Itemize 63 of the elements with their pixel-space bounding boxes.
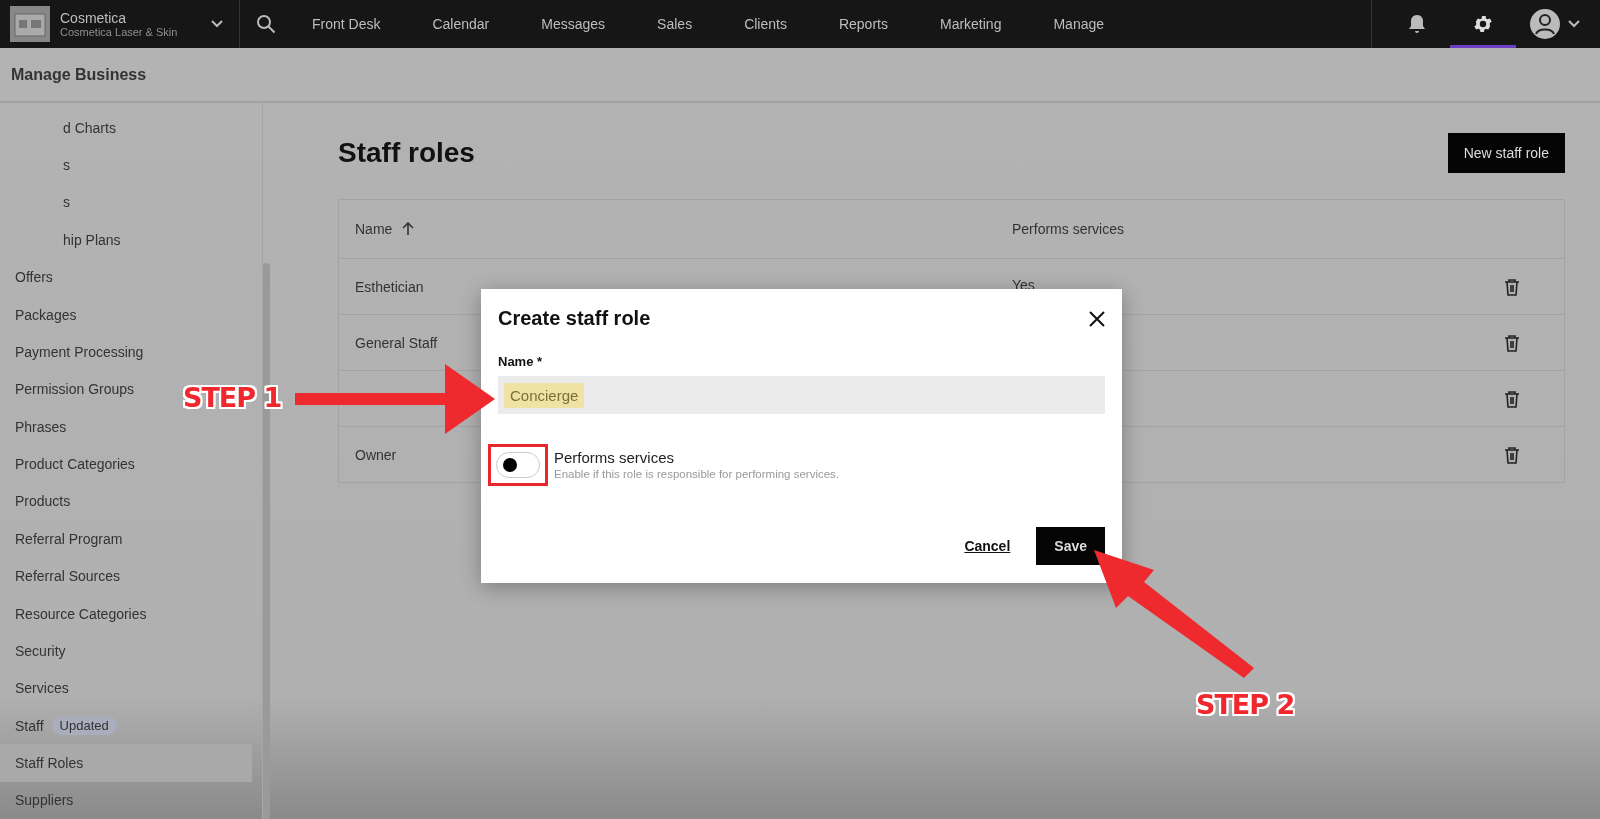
- save-button[interactable]: Save: [1036, 527, 1105, 565]
- trash-icon[interactable]: [1504, 277, 1520, 296]
- close-icon[interactable]: [1089, 310, 1105, 327]
- trash-icon[interactable]: [1504, 333, 1520, 352]
- business-logo: [10, 6, 50, 42]
- sidebar-item[interactable]: Products: [15, 493, 71, 510]
- new-staff-role-button[interactable]: New staff role: [1447, 133, 1565, 173]
- table-cell: Owner: [355, 446, 397, 463]
- sidebar-item[interactable]: Phrases: [15, 418, 67, 435]
- nav-link[interactable]: Sales: [631, 16, 719, 32]
- nav-link[interactable]: Manage: [1027, 16, 1131, 32]
- table-cell: General Staff: [355, 334, 438, 351]
- sidebar-item[interactable]: s: [63, 194, 70, 211]
- sidebar-item[interactable]: Offers: [15, 269, 53, 286]
- sidebar-item[interactable]: hip Plans: [63, 231, 121, 248]
- section-title: Staff roles: [338, 137, 475, 169]
- sidebar-item[interactable]: s: [63, 157, 70, 174]
- sidebar-item[interactable]: Suppliers: [15, 792, 74, 809]
- avatar-icon[interactable]: [1530, 9, 1560, 39]
- sidebar-item[interactable]: Staff: [15, 717, 44, 734]
- nav-link[interactable]: Marketing: [913, 16, 1028, 32]
- nav-link[interactable]: Calendar: [406, 16, 516, 32]
- column-header[interactable]: Name: [355, 221, 1012, 237]
- sidebar-item[interactable]: Permission Groups: [15, 381, 135, 398]
- sidebar-item[interactable]: Packages: [15, 306, 77, 323]
- table-cell: Esthetician: [355, 278, 424, 295]
- cancel-link[interactable]: Cancel: [964, 538, 1011, 554]
- chevron-down-icon[interactable]: [211, 20, 223, 28]
- input-value: Concierge: [504, 382, 585, 408]
- chevron-down-icon[interactable]: [1568, 20, 1580, 28]
- step-label: STEP 1: [183, 382, 282, 413]
- dialog-title: Create staff role: [498, 307, 651, 330]
- nav-link[interactable]: Reports: [812, 16, 914, 32]
- page-title: Manage Business: [11, 65, 147, 84]
- toggle-label: Performs services: [554, 449, 676, 466]
- sidebar-item[interactable]: Security: [15, 642, 66, 659]
- sidebar-item[interactable]: d Charts: [63, 119, 116, 136]
- trash-icon[interactable]: [1504, 389, 1520, 408]
- settings-icon[interactable]: [1472, 13, 1494, 35]
- nav-link[interactable]: Front Desk: [286, 16, 407, 32]
- sidebar-item[interactable]: Product Categories: [15, 456, 135, 473]
- sidebar-item[interactable]: Resource Categories: [15, 605, 147, 622]
- toggle-help-text: Enable if this role is responsible for performing services.: [554, 468, 840, 480]
- bell-icon[interactable]: [1408, 14, 1426, 34]
- field-label: Name *: [498, 354, 544, 369]
- performs-services-toggle[interactable]: [496, 452, 540, 478]
- name-input-field[interactable]: Concierge: [498, 376, 1105, 414]
- sidebar-item-active[interactable]: Staff Roles: [0, 744, 252, 782]
- trash-icon[interactable]: [1504, 445, 1520, 464]
- sidebar-item[interactable]: Staff Roles: [15, 755, 84, 772]
- sidebar-item[interactable]: Referral Sources: [15, 568, 121, 585]
- sort-ascending-icon[interactable]: [402, 222, 415, 236]
- sidebar-item[interactable]: Services: [15, 680, 69, 697]
- step-label: STEP 2: [1196, 689, 1295, 720]
- business-name: Cosmetica: [60, 10, 128, 26]
- updated-badge: Updated: [51, 716, 117, 736]
- nav-link[interactable]: Clients: [718, 16, 813, 32]
- location-name: Cosmetica Laser & Skin: [60, 26, 179, 38]
- column-header: Performs services: [1012, 221, 1126, 237]
- search-icon[interactable]: [256, 14, 276, 34]
- nav-link[interactable]: Messages: [515, 16, 632, 32]
- sidebar-item[interactable]: Payment Processing: [15, 343, 144, 360]
- sidebar-item[interactable]: Referral Program: [15, 530, 123, 547]
